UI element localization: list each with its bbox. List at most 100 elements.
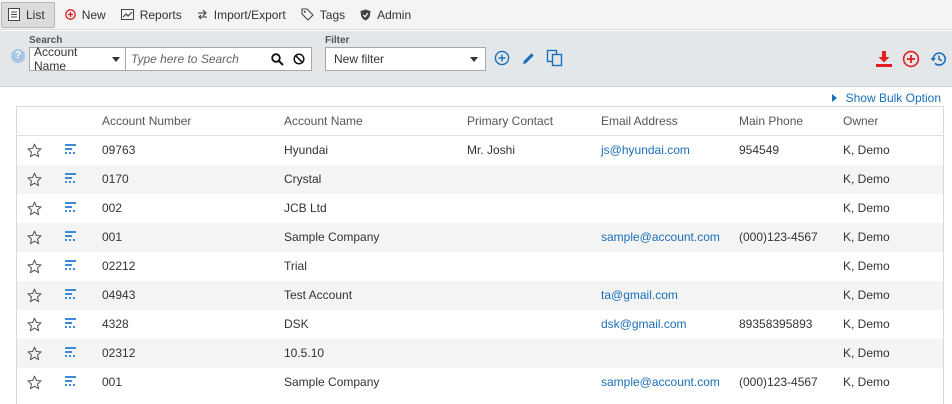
show-bulk-option-label: Show Bulk Option xyxy=(845,91,941,105)
cell-account-name[interactable]: DSK xyxy=(284,310,309,339)
download-icon[interactable] xyxy=(874,49,894,69)
details-icon[interactable] xyxy=(65,144,77,156)
toolbar-new-button[interactable]: New xyxy=(59,2,115,28)
table-row[interactable]: 09763 Hyundai Mr. Joshi js@hyundai.com 9… xyxy=(17,136,943,165)
filter-value: New filter xyxy=(334,52,385,66)
filter-select[interactable]: New filter xyxy=(325,47,486,71)
edit-filter-icon[interactable] xyxy=(518,48,538,68)
star-icon[interactable] xyxy=(27,259,42,274)
table-row[interactable]: 02312 10.5.10 K, Demo xyxy=(17,339,943,368)
toolbar-import-export-button[interactable]: Import/Export xyxy=(191,2,295,28)
filter-label: Filter xyxy=(325,35,350,46)
toolbar-reports-label: Reports xyxy=(139,7,182,22)
cell-primary-contact: Mr. Joshi xyxy=(467,143,516,157)
cell-account-name[interactable]: Trial xyxy=(284,252,307,281)
star-icon[interactable] xyxy=(27,172,42,187)
cell-owner: K, Demo xyxy=(843,230,890,244)
details-icon[interactable] xyxy=(65,318,77,330)
table-row[interactable]: 001 Sample Company sample@account.com (0… xyxy=(17,223,943,252)
plus-circle-icon xyxy=(64,9,76,20)
search-box: Account Name xyxy=(29,45,312,73)
toolbar-reports-button[interactable]: Reports xyxy=(115,2,191,28)
toolbar-list-label: List xyxy=(26,7,45,22)
cell-email-address[interactable]: dsk@gmail.com xyxy=(601,310,687,339)
cell-owner: K, Demo xyxy=(843,259,890,273)
toolbar-import-export-label: Import/Export xyxy=(213,7,286,22)
column-header-account-name[interactable]: Account Name xyxy=(284,107,363,136)
cell-account-name[interactable]: Sample Company xyxy=(284,223,379,252)
add-filter-icon[interactable] xyxy=(492,48,512,68)
cell-owner: K, Demo xyxy=(843,317,890,331)
column-header-email-address[interactable]: Email Address xyxy=(601,107,678,136)
cell-account-name[interactable]: Sample Company xyxy=(284,368,379,397)
table-row[interactable]: 02212 Trial K, Demo xyxy=(17,252,943,281)
table-row[interactable]: 002 JCB Ltd K, Demo xyxy=(17,194,943,223)
help-icon[interactable]: ? xyxy=(11,49,25,63)
show-bulk-option-link[interactable]: Show Bulk Option xyxy=(831,91,941,105)
cell-owner: K, Demo xyxy=(843,201,890,215)
cell-account-number: 001 xyxy=(102,230,123,244)
star-icon[interactable] xyxy=(27,143,42,158)
clear-search-icon[interactable] xyxy=(290,50,308,68)
details-icon[interactable] xyxy=(65,173,77,185)
table-row[interactable]: 04943 Test Account ta@gmail.com K, Demo xyxy=(17,281,943,310)
grid-header: Account Number Account Name Primary Cont… xyxy=(17,107,943,136)
list-icon xyxy=(8,8,20,21)
star-icon[interactable] xyxy=(27,230,42,245)
cell-account-name[interactable]: Test Account xyxy=(284,281,352,310)
cell-account-name[interactable]: Crystal xyxy=(284,165,321,194)
cell-email-address[interactable]: js@hyundai.com xyxy=(601,136,690,165)
cell-email-address[interactable]: ta@gmail.com xyxy=(601,281,678,310)
column-header-main-phone[interactable]: Main Phone xyxy=(739,107,803,136)
table-row[interactable]: 0170 Crystal K, Demo xyxy=(17,165,943,194)
history-icon[interactable] xyxy=(929,49,949,69)
star-icon[interactable] xyxy=(27,288,42,303)
toolbar-list-button[interactable]: List xyxy=(1,1,55,28)
cell-account-number: 02212 xyxy=(102,259,136,273)
cell-account-number: 09763 xyxy=(102,143,136,157)
column-header-owner[interactable]: Owner xyxy=(843,107,878,136)
cell-account-number: 04943 xyxy=(102,288,136,302)
copy-filter-icon[interactable] xyxy=(545,48,565,68)
cell-owner: K, Demo xyxy=(843,172,890,186)
search-icon[interactable] xyxy=(268,50,286,68)
add-record-icon[interactable] xyxy=(901,49,921,69)
star-icon[interactable] xyxy=(27,201,42,216)
search-filter-bar: Search ? Account Name Filter New filter xyxy=(0,31,952,87)
shield-icon xyxy=(360,9,371,20)
column-header-primary-contact[interactable]: Primary Contact xyxy=(467,107,553,136)
cell-account-number: 02312 xyxy=(102,346,136,360)
cell-main-phone: 89358395893 xyxy=(739,317,813,331)
star-icon[interactable] xyxy=(27,346,42,361)
details-icon[interactable] xyxy=(65,260,77,272)
cell-account-number: 4328 xyxy=(102,317,129,331)
toolbar-tags-button[interactable]: Tags xyxy=(295,2,354,28)
transfer-icon xyxy=(197,9,207,20)
search-input[interactable] xyxy=(126,49,264,69)
details-icon[interactable] xyxy=(65,376,77,388)
column-header-account-number[interactable]: Account Number xyxy=(102,107,191,136)
cell-account-name[interactable]: JCB Ltd xyxy=(284,194,327,223)
details-icon[interactable] xyxy=(65,231,77,243)
details-icon[interactable] xyxy=(65,347,77,359)
cell-account-name[interactable]: Hyundai xyxy=(284,136,328,165)
toolbar-new-label: New xyxy=(81,7,106,22)
toolbar-admin-button[interactable]: Admin xyxy=(354,2,420,28)
tag-icon xyxy=(301,8,314,21)
chart-icon xyxy=(120,9,134,20)
cell-email-address[interactable]: sample@account.com xyxy=(601,223,720,252)
star-icon[interactable] xyxy=(27,317,42,332)
table-row[interactable]: 4328 DSK dsk@gmail.com 89358395893 K, De… xyxy=(17,310,943,339)
cell-email-address[interactable]: sample@account.com xyxy=(601,368,720,397)
details-icon[interactable] xyxy=(65,289,77,301)
cell-owner: K, Demo xyxy=(843,346,890,360)
chevron-down-icon xyxy=(112,56,120,62)
main-toolbar: List New Reports Import/Export Tags Admi… xyxy=(0,0,952,30)
details-icon[interactable] xyxy=(65,202,77,214)
search-field-select[interactable]: Account Name xyxy=(30,45,126,73)
table-row[interactable]: 001 Sample Company sample@account.com (0… xyxy=(17,368,943,397)
cell-owner: K, Demo xyxy=(843,288,890,302)
cell-account-name[interactable]: 10.5.10 xyxy=(284,339,324,368)
star-icon[interactable] xyxy=(27,375,42,390)
accounts-grid: Account Number Account Name Primary Cont… xyxy=(16,106,944,404)
